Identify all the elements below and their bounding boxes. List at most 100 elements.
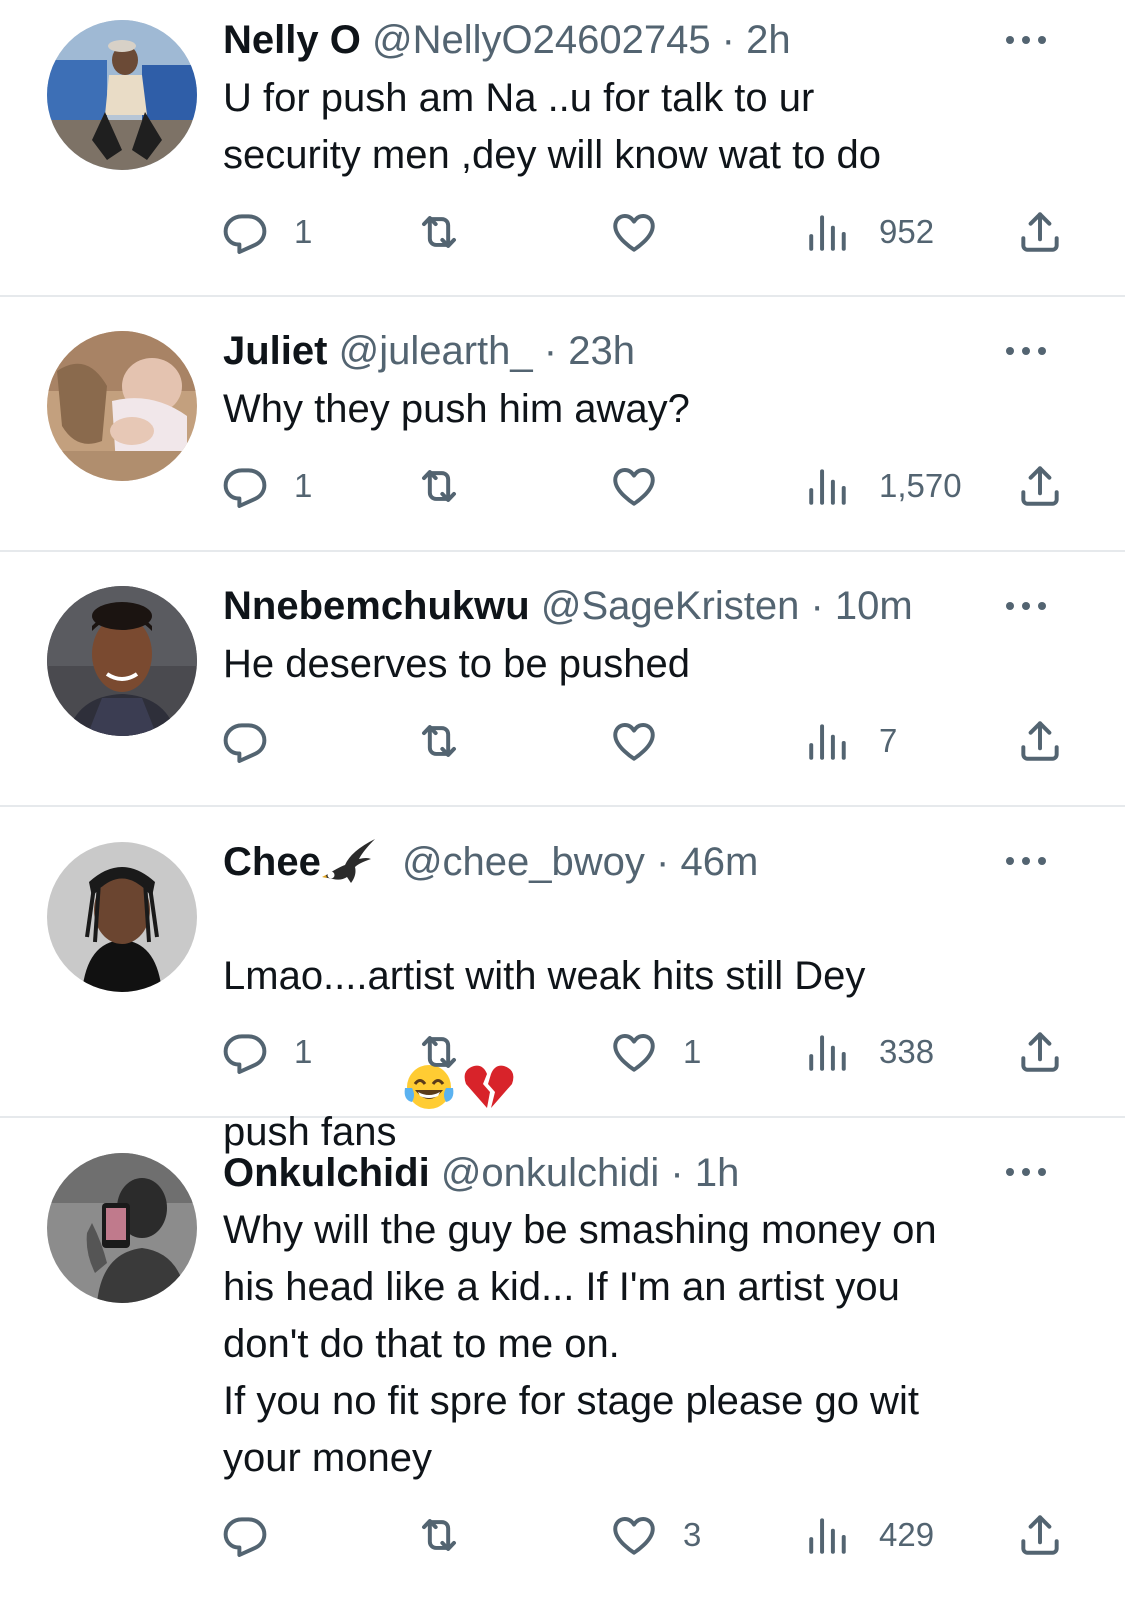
tweet-item[interactable]: Nelly O @NellyO24602745 · 2h U for push … [0,0,1125,297]
author-handle[interactable]: @julearth_ [339,329,533,373]
like-count: 3 [683,1516,702,1553]
heart-icon [609,461,659,511]
tweet-actions: 1 1,570 [0,461,1125,511]
avatar[interactable] [47,331,197,481]
author-handle[interactable]: @onkulchidi [441,1151,660,1195]
separator: · [799,584,835,628]
share-button[interactable] [1015,716,1065,766]
retweet-icon [414,207,464,257]
author-handle[interactable]: @NellyO24602745 [372,18,711,62]
views-icon [803,1510,853,1560]
share-button[interactable] [1015,1510,1065,1560]
reply-button[interactable]: 1 [220,1027,312,1077]
reply-count: 1 [294,1033,313,1070]
like-button[interactable] [609,461,683,511]
views-icon [803,1027,853,1077]
tweet-text: He deserves to be pushed [223,642,690,686]
separator: · [532,329,569,373]
tweet-item[interactable]: Onkulchidi @onkulchidi · 1h Why will the… [0,1118,1125,1603]
view-count: 429 [879,1516,935,1553]
tweet-text: U for push am Na ..u for talk to ur secu… [223,76,882,177]
retweet-icon [414,461,464,511]
tweet-text: Why they push him away? [223,387,690,431]
author-handle[interactable]: @SageKristen [541,584,800,628]
tweet-item[interactable]: Chee @chee_bwoy · 46m Lmao....artist wit… [0,807,1125,1154]
like-button[interactable] [609,716,683,766]
tweet-time[interactable]: 2h [746,18,791,62]
author-name[interactable]: Onkulchidi [223,1151,430,1195]
tweet-header: Juliet @julearth_ · 23h [223,326,993,376]
tweet-item[interactable]: Juliet @julearth_ · 23h Why they push hi… [0,297,1125,552]
view-count: 1,570 [879,467,962,504]
tweet-actions: 3 429 [0,1510,1125,1560]
author-name[interactable]: Nelly O [223,18,361,62]
view-count: 952 [879,213,935,250]
heart-icon [609,207,659,257]
tweet-time[interactable]: 46m [680,840,758,884]
reply-icon [220,207,270,257]
separator: · [710,18,747,62]
share-icon [1015,1027,1065,1077]
tweet-actions: 7 [0,716,1125,766]
more-options-icon[interactable] [1003,341,1049,361]
retweet-button[interactable] [414,1027,488,1077]
views-button[interactable]: 338 [803,1027,934,1077]
views-icon [803,207,853,257]
view-count: 338 [879,1033,935,1070]
share-icon [1015,207,1065,257]
reply-count: 1 [294,213,313,250]
more-options-icon[interactable] [1003,851,1049,871]
views-button[interactable]: 1,570 [803,461,962,511]
reply-button[interactable] [220,1510,294,1560]
tweet-header: Nelly O @NellyO24602745 · 2h [223,15,993,65]
reply-button[interactable]: 1 [220,207,312,257]
like-count: 1 [683,1033,702,1070]
author-name[interactable]: Juliet [223,329,327,373]
separator: · [644,840,681,884]
tweet-time[interactable]: 10m [835,584,913,628]
retweet-icon [414,1027,464,1077]
reply-button[interactable]: 1 [220,461,312,511]
like-button[interactable] [609,207,683,257]
more-options-icon[interactable] [1003,30,1049,50]
reply-button[interactable] [220,716,294,766]
tweet-time[interactable]: 23h [568,329,635,373]
reply-icon [220,461,270,511]
reply-icon [220,1027,270,1077]
share-button[interactable] [1015,207,1065,257]
like-button[interactable]: 3 [609,1510,701,1560]
views-icon [803,716,853,766]
share-icon [1015,461,1065,511]
heart-icon [609,1027,659,1077]
views-button[interactable]: 429 [803,1510,934,1560]
more-options-icon[interactable] [1003,596,1049,616]
author-name[interactable]: Chee [223,840,321,884]
more-options-icon[interactable] [1003,1162,1049,1182]
tweet-time[interactable]: 1h [695,1151,740,1195]
eagle-icon [321,837,377,887]
like-button[interactable]: 1 [609,1027,701,1077]
avatar[interactable] [47,842,197,992]
avatar[interactable] [47,1153,197,1303]
share-button[interactable] [1015,1027,1065,1077]
share-icon [1015,1510,1065,1560]
retweet-button[interactable] [414,461,488,511]
avatar[interactable] [47,20,197,170]
views-button[interactable]: 7 [803,716,897,766]
separator: · [659,1151,695,1195]
retweet-button[interactable] [414,1510,488,1560]
view-count: 7 [879,722,898,759]
tweet-item[interactable]: Nnebemchukwu @SageKristen · 10m He deser… [0,552,1125,807]
retweet-button[interactable] [414,207,488,257]
author-handle[interactable]: @chee_bwoy [402,840,645,884]
avatar[interactable] [47,586,197,736]
retweet-icon [414,1510,464,1560]
author-name[interactable]: Nnebemchukwu [223,584,530,628]
views-button[interactable]: 952 [803,207,934,257]
tweet-header: Onkulchidi @onkulchidi · 1h [223,1148,993,1198]
reply-icon [220,1510,270,1560]
share-button[interactable] [1015,461,1065,511]
retweet-button[interactable] [414,716,488,766]
views-icon [803,461,853,511]
share-icon [1015,716,1065,766]
